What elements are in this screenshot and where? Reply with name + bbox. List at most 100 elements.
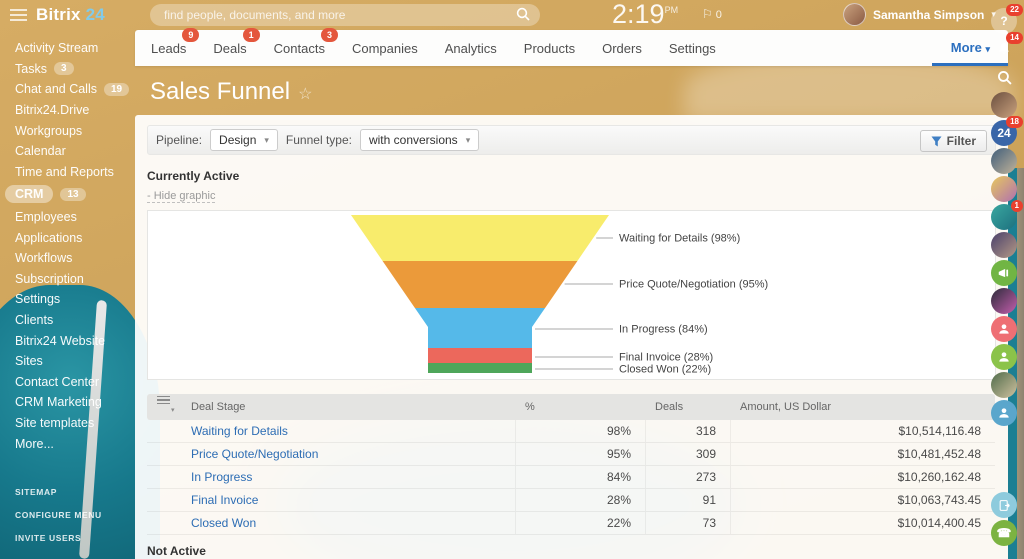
cell-percent: 95%	[515, 443, 645, 465]
funnel-segment-in-progress[interactable]	[415, 308, 545, 348]
sidebar-item-bitrix24-website[interactable]: Bitrix24 Website	[0, 330, 135, 351]
table-row-gutter	[147, 466, 181, 488]
sidebar-item-sites[interactable]: Sites	[0, 351, 135, 372]
bitrix24-logo[interactable]: Bitrix 24	[36, 5, 105, 25]
rail-avatar-6-icon[interactable]	[991, 372, 1017, 398]
rail-phone-icon[interactable]: ☎	[991, 520, 1017, 546]
sidebar-item-crm-marketing[interactable]: CRM Marketing	[0, 392, 135, 413]
rail-search-icon[interactable]	[991, 64, 1017, 90]
tab-label: Orders	[602, 41, 642, 56]
pipeline-select[interactable]: Design▾	[210, 129, 278, 151]
hide-graphic-link[interactable]: - Hide graphic	[147, 190, 215, 203]
global-search-input[interactable]	[150, 4, 540, 26]
chevron-down-icon: ▾	[264, 135, 269, 146]
currently-active-title: Currently Active	[147, 169, 996, 183]
rail-help-icon[interactable]: ?22	[991, 8, 1017, 34]
tab-label: Products	[524, 41, 575, 56]
column-header-amount[interactable]: Amount, US Dollar	[730, 401, 995, 413]
sidebar-item-time-and-reports[interactable]: Time and Reports	[0, 162, 135, 183]
sidebar-item-applications[interactable]: Applications	[0, 227, 135, 248]
flag-counter[interactable]: ⚐0	[702, 7, 722, 21]
favorite-star-icon[interactable]: ☆	[298, 86, 312, 103]
sidebar-item-tasks[interactable]: Tasks3	[0, 59, 135, 80]
funnel-segment-closed-won[interactable]	[428, 363, 532, 373]
rail-chat-icon[interactable]: 1	[991, 204, 1017, 230]
table-row: Waiting for Details98%318$10,514,116.48	[147, 420, 995, 443]
tab-products[interactable]: Products	[524, 41, 575, 56]
tab-leads[interactable]: Leads9	[151, 41, 186, 56]
sidebar-item-site-templates[interactable]: Site templates	[0, 413, 135, 434]
cell-deals: 318	[645, 420, 730, 442]
sidebar-item-settings[interactable]: Settings	[0, 289, 135, 310]
table-row: Final Invoice28%91$10,063,743.45	[147, 489, 995, 512]
sidebar-item-label: Contact Center	[15, 375, 99, 389]
sidebar-item-employees[interactable]: Employees	[0, 207, 135, 228]
sidebar-item-label: Sites	[15, 354, 43, 368]
rail-badge: 14	[1006, 32, 1023, 44]
sidebar-item-workflows[interactable]: Workflows	[0, 248, 135, 269]
sidebar-item-label: Time and Reports	[15, 165, 114, 179]
sidebar-item-crm[interactable]: CRM13	[0, 182, 135, 207]
funnel-label: Closed Won (22%)	[619, 364, 711, 376]
funnel-type-select[interactable]: with conversions▾	[360, 129, 479, 151]
tab-analytics[interactable]: Analytics	[445, 41, 497, 56]
rail-share-document-icon[interactable]	[991, 492, 1017, 518]
sidebar-item-clients[interactable]: Clients	[0, 310, 135, 331]
rail-contact-blue-icon[interactable]	[991, 400, 1017, 426]
tab-orders[interactable]: Orders	[602, 41, 642, 56]
sidebar-link-configure-menu[interactable]: CONFIGURE MENU	[15, 510, 102, 520]
sidebar-item-contact-center[interactable]: Contact Center	[0, 372, 135, 393]
rail-avatar-5-icon[interactable]	[991, 288, 1017, 314]
tab-deals[interactable]: Deals1	[213, 41, 246, 56]
sidebar-item-chat-and-calls[interactable]: Chat and Calls19	[0, 79, 135, 100]
tab-contacts[interactable]: Contacts3	[274, 41, 325, 56]
column-header-deal-stage[interactable]: Deal Stage	[181, 401, 515, 413]
sidebar-item-label: Applications	[15, 231, 82, 245]
deal-stage-link[interactable]: Waiting for Details	[191, 424, 288, 438]
rail-notifications-icon[interactable]: 14	[991, 36, 1017, 62]
tab-label: Analytics	[445, 41, 497, 56]
rail-bitrix24-icon[interactable]: 2418	[991, 120, 1017, 146]
sidebar-menu: Activity StreamTasks3Chat and Calls19Bit…	[0, 38, 135, 454]
deal-stage-link[interactable]: Final Invoice	[191, 493, 258, 507]
sidebar-item-subscription[interactable]: Subscription	[0, 269, 135, 290]
funnel-segment-final-invoice[interactable]	[428, 348, 532, 363]
sidebar-item-label: Chat and Calls	[15, 82, 97, 96]
user-menu[interactable]: Samantha Simpson ▾	[843, 3, 996, 26]
column-header-deals[interactable]: Deals	[645, 401, 730, 413]
rail-marketing-icon[interactable]	[991, 260, 1017, 286]
sidebar-link-invite-users[interactable]: INVITE USERS	[15, 533, 102, 543]
sidebar-item-workgroups[interactable]: Workgroups	[0, 120, 135, 141]
rail-badge: 1	[1011, 200, 1023, 212]
clock[interactable]: 2:19PM	[612, 0, 678, 30]
rail-avatar-4-icon[interactable]	[991, 232, 1017, 258]
sidebar-item-label: Subscription	[15, 272, 84, 286]
tab-settings[interactable]: Settings	[669, 41, 716, 56]
tab-companies[interactable]: Companies	[352, 41, 418, 56]
sidebar-item-activity-stream[interactable]: Activity Stream	[0, 38, 135, 59]
rail-avatar-1-icon[interactable]	[991, 92, 1017, 118]
deal-stage-link[interactable]: Price Quote/Negotiation	[191, 447, 318, 461]
table-settings-icon[interactable]: ▾	[157, 396, 170, 419]
sidebar-item-bitrix24-drive[interactable]: Bitrix24.Drive	[0, 100, 135, 121]
funnel-segment-price-quote-negotiation[interactable]	[383, 261, 578, 308]
cell-deals: 273	[645, 466, 730, 488]
tab-label: Contacts	[274, 41, 325, 56]
search-icon[interactable]	[516, 7, 530, 21]
tab-label: Companies	[352, 41, 418, 56]
hamburger-menu-icon[interactable]	[10, 9, 27, 21]
column-header-percent[interactable]: %	[515, 401, 645, 413]
filter-button[interactable]: Filter	[920, 130, 987, 152]
sidebar-link-sitemap[interactable]: SITEMAP	[15, 487, 102, 497]
rail-avatar-2-icon[interactable]	[991, 148, 1017, 174]
rail-contact-pink-icon[interactable]	[991, 316, 1017, 342]
funnel-segment-waiting-for-details[interactable]	[351, 215, 609, 261]
rail-contact-green-icon[interactable]	[991, 344, 1017, 370]
deal-stage-link[interactable]: Closed Won	[191, 516, 256, 530]
rail-avatar-3-icon[interactable]	[991, 176, 1017, 202]
deal-stage-link[interactable]: In Progress	[191, 470, 252, 484]
rail-label: 24	[997, 126, 1010, 140]
sidebar-item-calendar[interactable]: Calendar	[0, 141, 135, 162]
sidebar-item-more[interactable]: More...	[0, 433, 135, 454]
nav-more-button[interactable]: More ▾	[951, 40, 990, 55]
